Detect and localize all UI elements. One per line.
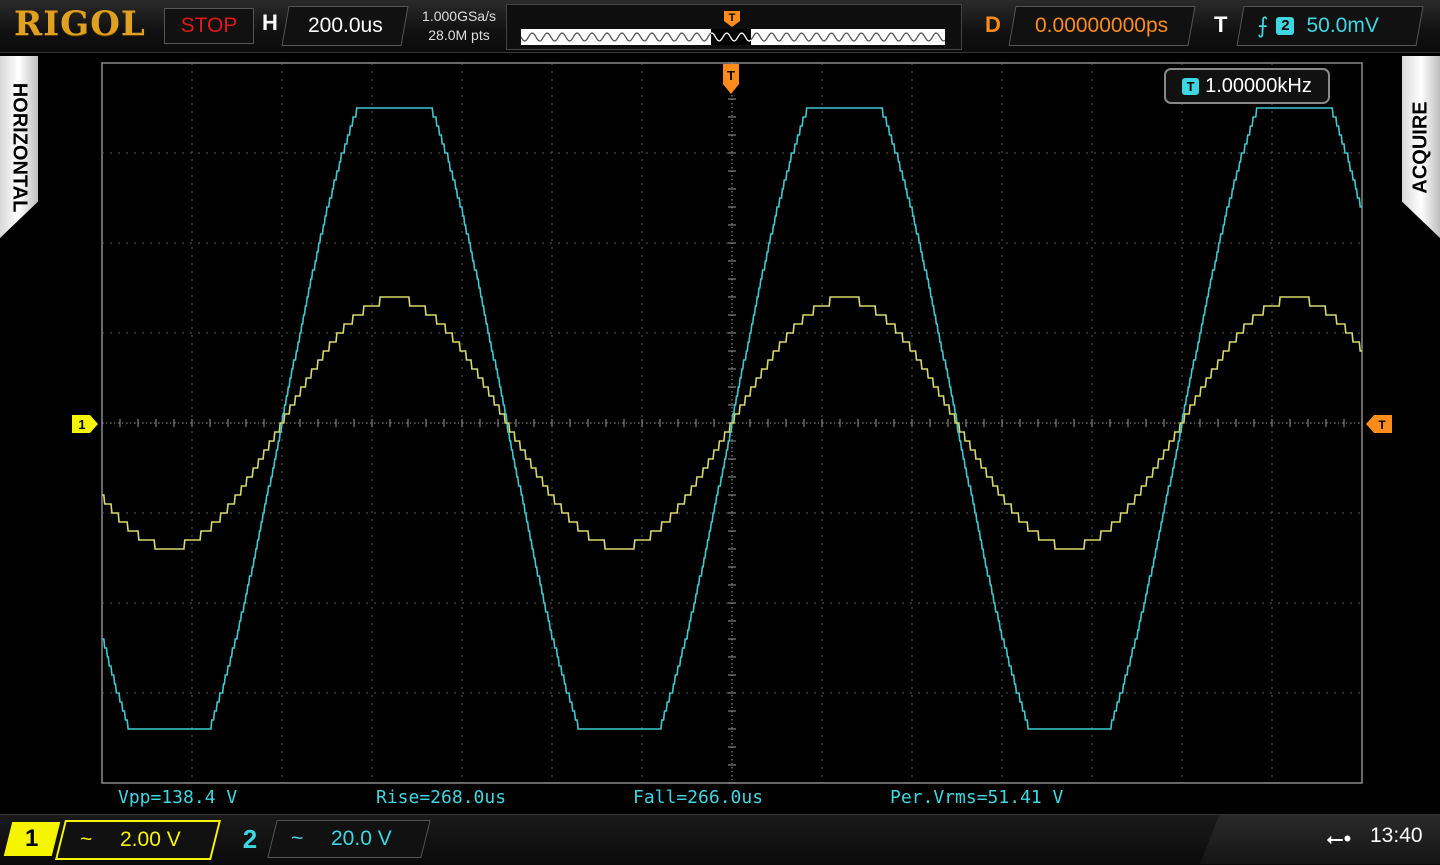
channel-1-button[interactable]: 1: [3, 822, 61, 856]
channel-2-coupling: ~: [291, 827, 304, 850]
frequency-counter[interactable]: T 1.00000kHz: [1164, 68, 1330, 104]
trigger-position-label: T: [727, 68, 735, 83]
trigger-level-label: T: [1378, 418, 1386, 432]
channel-2-settings[interactable]: ~ 20.0 V: [267, 820, 431, 858]
channel-1-settings[interactable]: ~ 2.00 V: [55, 820, 221, 860]
usb-icon: ⭠•: [1326, 826, 1352, 851]
channel-1-settings-inner: ~ 2.00 V: [62, 822, 214, 858]
waveform-grid[interactable]: T 1 T: [0, 0, 1440, 864]
acquire-tab-label: ACQUIRE: [1409, 100, 1432, 194]
channel-1-coupling: ~: [80, 828, 93, 851]
horizontal-tab-label: HORIZONTAL: [8, 82, 31, 212]
frequency-trigger-badge: T: [1182, 77, 1200, 95]
frequency-value: 1.00000kHz: [1205, 75, 1312, 97]
measurement-fall[interactable]: Fall=266.0us: [633, 787, 763, 808]
measurement-rise[interactable]: Rise=268.0us: [376, 787, 506, 808]
channel-1-scale: 2.00 V: [120, 828, 181, 851]
oscilloscope-screen: RIGOL STOP H 200.0us 1.000GSa/s 28.0M pt…: [0, 0, 1440, 865]
channel-2-button[interactable]: 2: [232, 822, 268, 856]
trigger-level-marker[interactable]: T: [1366, 415, 1392, 433]
channel-2-settings-inner: ~ 20.0 V: [273, 821, 425, 857]
trigger-position-marker[interactable]: T: [723, 64, 739, 94]
ch1-offset-marker[interactable]: 1: [72, 415, 98, 433]
clock: 13:40: [1370, 824, 1423, 847]
measurement-vpp[interactable]: Vpp=138.4 V: [118, 787, 237, 808]
channel-1-number: 1: [25, 825, 39, 852]
measurement-per-vrms[interactable]: Per.Vrms=51.41 V: [890, 787, 1063, 808]
ch1-offset-label: 1: [78, 417, 85, 432]
channel-2-scale: 20.0 V: [331, 827, 392, 850]
